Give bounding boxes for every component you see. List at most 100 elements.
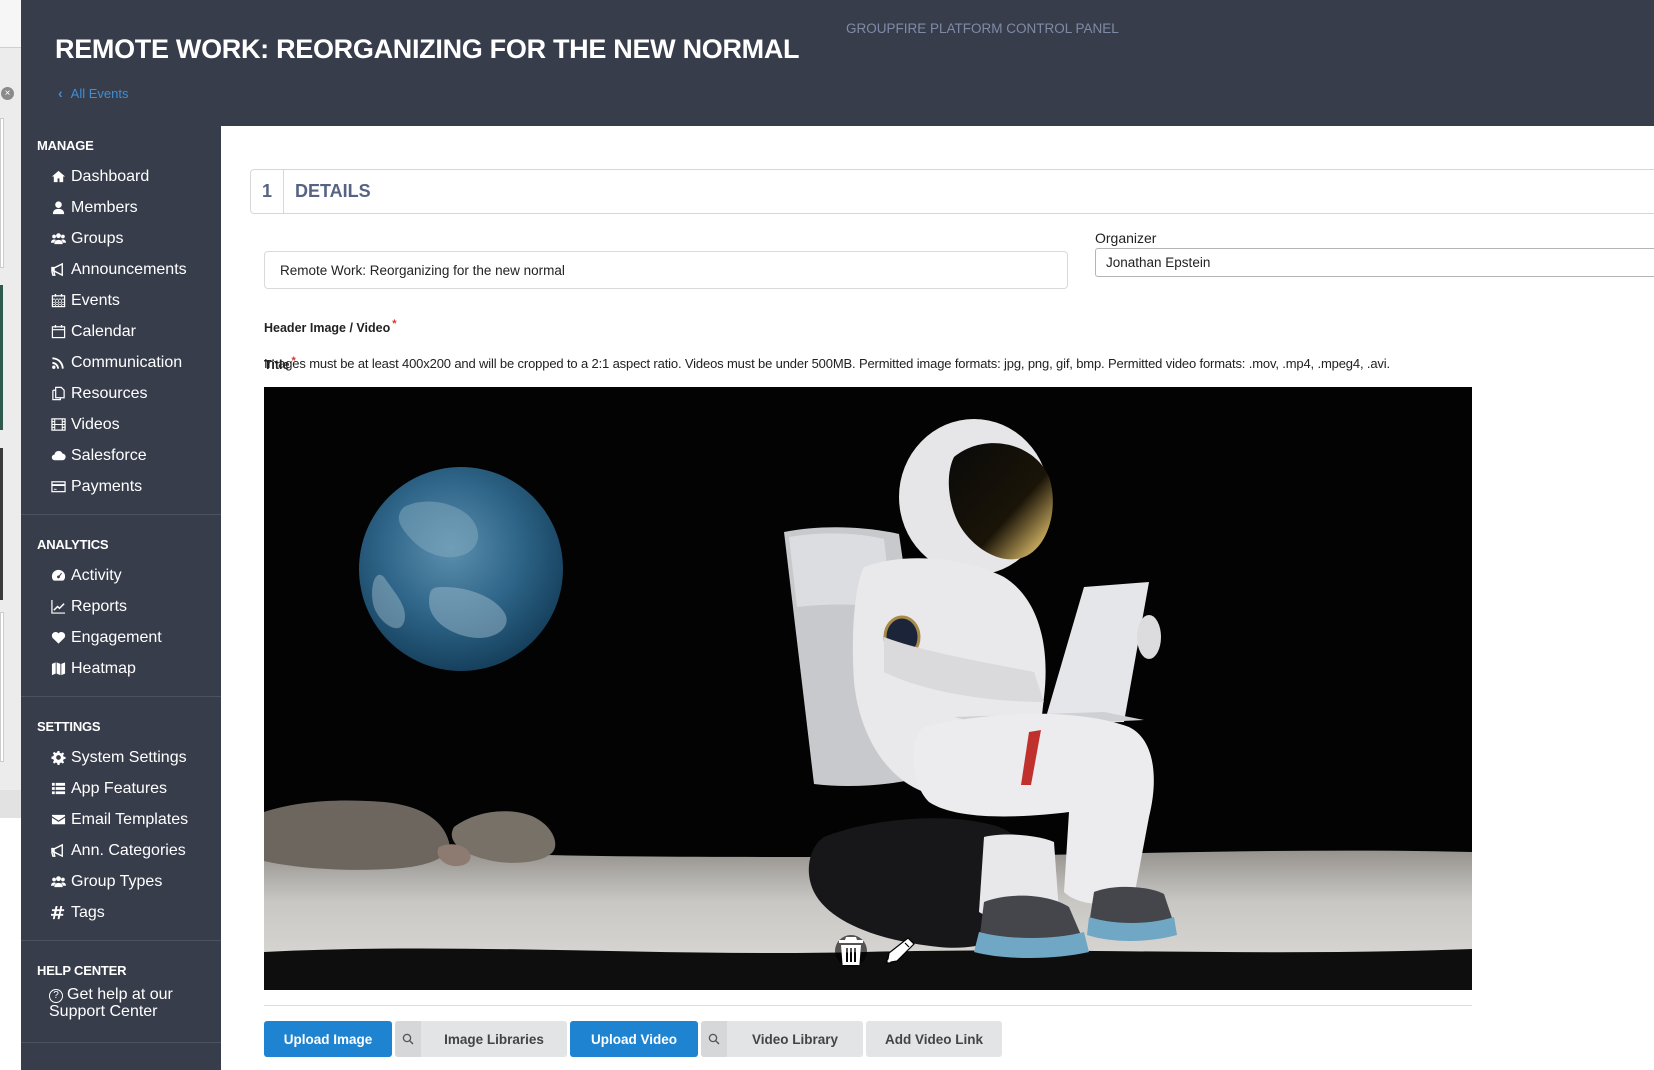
background-window-strip: × [0,0,21,1070]
sidebar-item-payments[interactable]: Payments [21,471,221,502]
divider [264,1005,1472,1006]
cloud-icon [49,448,67,464]
sidebar-section-analytics: ANALYTICS Activity Reports Engagement He… [21,515,221,697]
sidebar-item-reports[interactable]: Reports [21,591,221,622]
bullhorn-icon [49,262,67,278]
sidebar-section-settings: SETTINGS System Settings App Features Em… [21,697,221,941]
organizer-input[interactable] [1095,248,1654,277]
sidebar-item-label: Heatmap [71,659,136,677]
video-library-button[interactable]: Video Library [701,1021,863,1057]
sidebar-item-label: Events [71,291,120,309]
video-library-label: Video Library [751,1031,839,1047]
sidebar-item-heatmap[interactable]: Heatmap [21,653,221,684]
section-title: DETAILS [295,181,371,201]
sidebar-item-label: System Settings [71,748,187,766]
bullhorn-icon [49,843,67,859]
platform-label: GROUPFIRE PLATFORM CONTROL PANEL [846,21,1119,36]
close-icon[interactable]: × [1,87,14,100]
background-window-toolbar [0,0,21,48]
media-upload-buttons: Upload Image Image Libraries Upload Vide… [264,1021,1002,1057]
sidebar-item-ann-categories[interactable]: Ann. Categories [21,835,221,866]
users-icon [49,874,67,890]
background-panel [0,612,4,762]
details-section-header[interactable]: 1 DETAILS [250,169,1654,214]
sidebar-item-communication[interactable]: Communication [21,347,221,378]
users-icon [49,231,67,247]
upload-video-button[interactable]: Upload Video [570,1021,698,1057]
delete-media-button[interactable] [835,935,867,967]
sidebar-item-app-features[interactable]: App Features [21,773,221,804]
image-libraries-button[interactable]: Image Libraries [395,1021,567,1057]
sidebar-item-label: Calendar [71,322,136,340]
sidebar-section-manage: MANAGE Dashboard Members Groups Announce… [21,126,221,515]
section-title: HELP CENTER [37,963,127,978]
home-icon [49,169,67,185]
section-number: 1 [251,170,284,213]
list-icon [49,781,67,797]
chevron-left-icon: ‹ [58,85,63,101]
sidebar-item-engagement[interactable]: Engagement [21,622,221,653]
sidebar-item-label: Activity [71,566,122,584]
background-panel [0,448,3,600]
search-icon [701,1021,727,1057]
sidebar-item-label: Announcements [71,260,187,278]
calendar-icon [49,324,67,340]
add-video-link-button[interactable]: Add Video Link [866,1021,1002,1057]
sidebar-item-announcements[interactable]: Announcements [21,254,221,285]
media-actions [835,935,917,967]
media-requirements-hint: Images must be at least 400x200 and will… [264,356,1390,371]
sidebar: MANAGE Dashboard Members Groups Announce… [21,126,221,1070]
upload-image-button[interactable]: Upload Image [264,1021,392,1057]
gear-icon [49,750,67,766]
heart-icon [49,630,67,646]
background-panel [0,118,4,268]
title-input[interactable] [264,251,1068,289]
support-center-link[interactable]: ? Get help at our Support Center [21,986,221,1020]
sidebar-item-members[interactable]: Members [21,192,221,223]
section-title: MANAGE [37,138,94,153]
dashboard-gauge-icon [49,568,67,584]
trash-icon [839,937,863,965]
top-header: REMOTE WORK: REORGANIZING FOR THE NEW NO… [21,0,1654,126]
edit-media-button[interactable] [885,935,917,967]
calendar-grid-icon [49,293,67,309]
sidebar-item-system-settings[interactable]: System Settings [21,742,221,773]
rss-icon [49,355,67,371]
sidebar-item-label: Reports [71,597,128,615]
sidebar-item-email-templates[interactable]: Email Templates [21,804,221,835]
map-icon [49,661,67,677]
sidebar-item-group-types[interactable]: Group Types [21,866,221,897]
copy-icon [49,386,67,402]
sidebar-item-salesforce[interactable]: Salesforce [21,440,221,471]
pencil-icon [886,937,915,964]
sidebar-item-label: Communication [71,353,183,371]
back-link-label: All Events [70,85,129,101]
sidebar-item-label: Group Types [71,872,163,890]
page-title: REMOTE WORK: REORGANIZING FOR THE NEW NO… [55,34,800,64]
header-image-preview [264,387,1472,990]
background-panel [0,285,3,430]
image-libraries-label: Image Libraries [444,1031,544,1047]
line-chart-icon [49,599,67,615]
sidebar-item-videos[interactable]: Videos [21,409,221,440]
sidebar-item-label: App Features [71,779,168,797]
sidebar-item-calendar[interactable]: Calendar [21,316,221,347]
sidebar-item-resources[interactable]: Resources [21,378,221,409]
background-panel [0,790,21,818]
sidebar-item-tags[interactable]: Tags [21,897,221,928]
sidebar-item-label: Payments [71,477,143,495]
search-icon [395,1021,421,1057]
background-panel [0,818,21,1070]
sidebar-item-events[interactable]: Events [21,285,221,316]
sidebar-item-activity[interactable]: Activity [21,560,221,591]
sidebar-item-groups[interactable]: Groups [21,223,221,254]
sidebar-item-dashboard[interactable]: Dashboard [21,161,221,192]
support-center-label: Get help at our Support Center [49,986,173,1020]
sidebar-item-label: Videos [71,415,120,433]
sidebar-item-label: Members [71,198,138,216]
section-title: ANALYTICS [37,537,109,552]
all-events-link[interactable]: ‹ All Events [58,85,128,101]
sidebar-item-label: Email Templates [71,810,189,828]
organizer-label: Organizer [1095,230,1157,246]
sidebar-item-label: Salesforce [71,446,147,464]
